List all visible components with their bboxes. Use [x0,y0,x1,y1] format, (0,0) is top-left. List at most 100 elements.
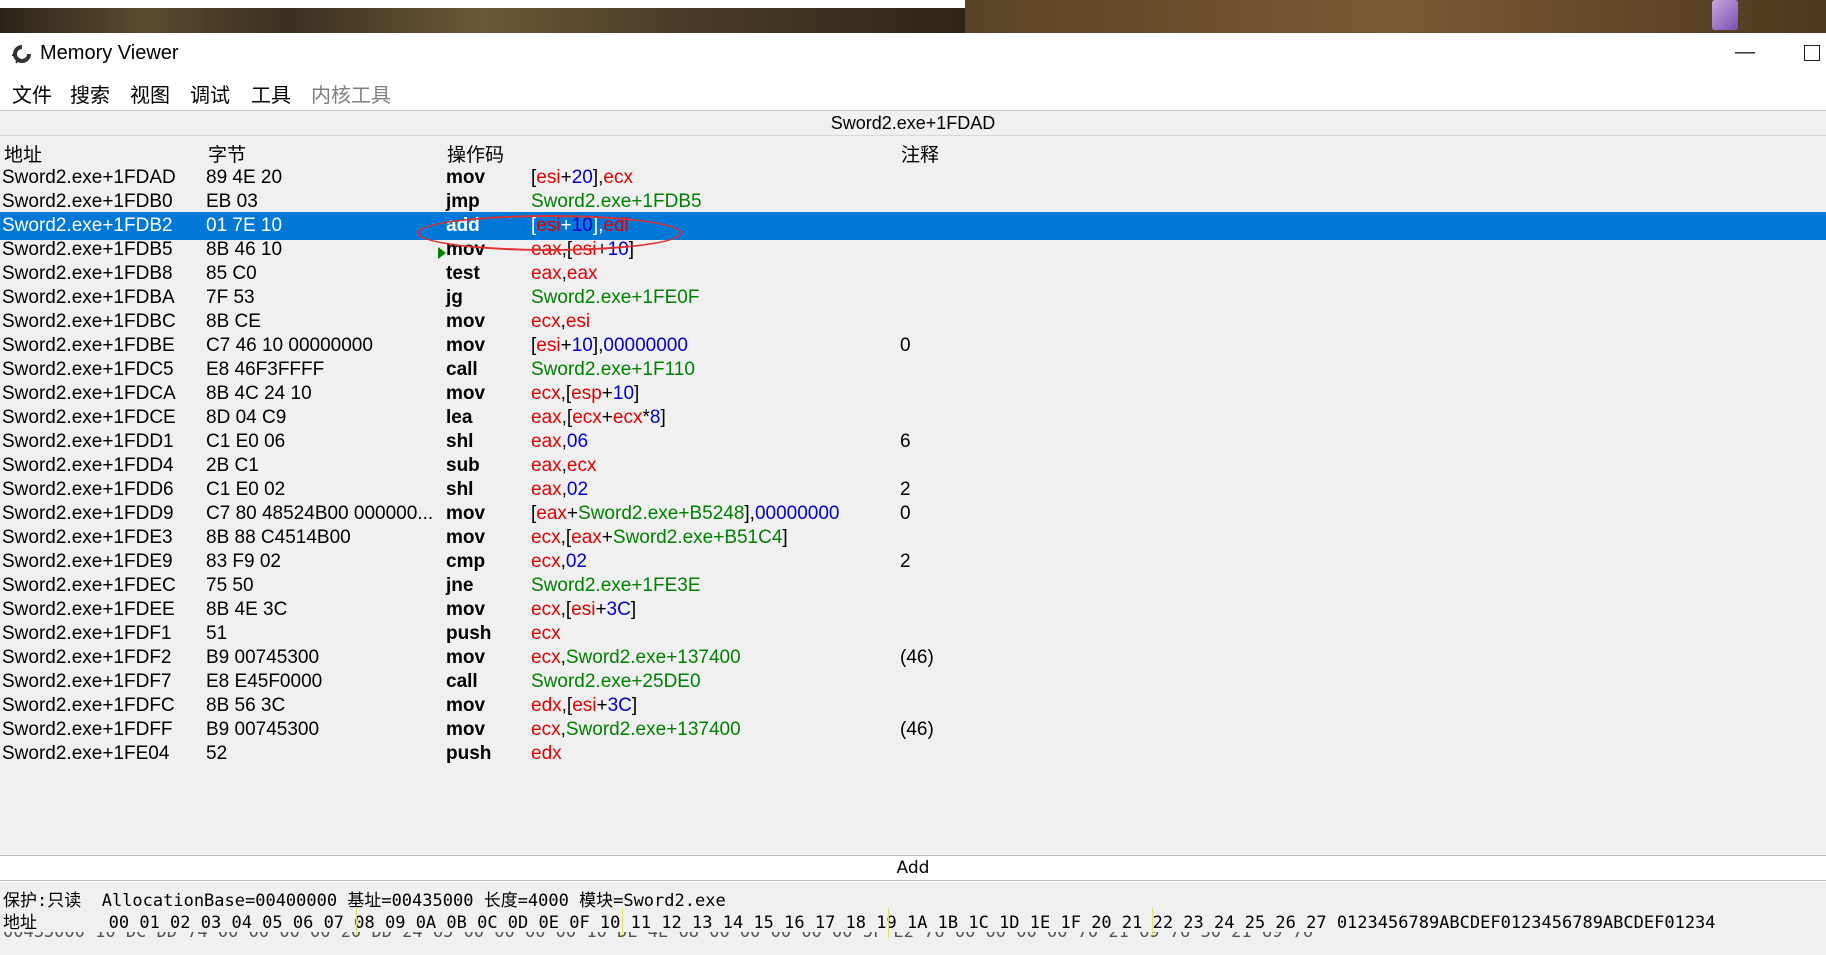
row-address: Sword2.exe+1FDD1 [2,431,174,452]
row-address: Sword2.exe+1FDB5 [2,239,173,260]
row-address: Sword2.exe+1FDB0 [2,191,173,212]
row-address: Sword2.exe+1FDC5 [2,359,174,380]
cheat-engine-icon [12,45,31,64]
add-button[interactable]: Add [897,858,930,878]
column-header-opcode[interactable]: 操作码 [447,140,504,167]
row-address: Sword2.exe+1FDFF [2,719,173,740]
row-bytes: C1 E0 06 [206,431,286,452]
hex-view[interactable]: 保护:只读 AllocationBase=00400000 基址=0043500… [0,882,1826,955]
row-bytes: 89 4E 20 [206,167,283,188]
row-operands: Sword2.exe+1FDB5 [531,191,702,212]
row-comment: 0 [900,503,911,524]
menu-tools[interactable]: 工具 [251,79,291,108]
row-operands: edx,[esi+3C] [531,695,638,716]
row-opcode: mov [446,335,486,356]
row-operands: ecx,[eax+Sword2.exe+B51C4] [531,527,788,548]
row-operands: [eax+Sword2.exe+B5248],00000000 [531,503,840,524]
row-address: Sword2.exe+1FDD9 [2,503,174,524]
row-bytes: 01 7E 10 [206,215,283,236]
taskbar-app-icon[interactable] [1712,0,1738,30]
row-opcode: jne [446,575,474,596]
row-operands: eax,[esi+10] [531,239,635,260]
row-address: Sword2.exe+1FDF2 [2,647,172,668]
row-bytes: B9 00745300 [206,647,320,668]
menu-kernel-tools[interactable]: 内核工具 [311,79,391,108]
row-bytes: 7F 53 [206,287,255,308]
row-operands: ecx,02 [531,551,587,572]
title-bar: Memory Viewer — [0,33,1826,73]
row-opcode: sub [446,455,480,476]
minimize-button[interactable]: — [1735,41,1755,64]
menu-view[interactable]: 视图 [130,79,170,108]
row-comment: 6 [900,431,911,452]
row-opcode: mov [446,695,486,716]
row-operands: ecx,esi [531,311,591,332]
row-operands: ecx [531,623,561,644]
row-bytes: 75 50 [206,575,254,596]
row-operands: Sword2.exe+1F110 [531,359,695,380]
row-operands: Sword2.exe+1FE3E [531,575,701,596]
row-opcode: mov [446,647,486,668]
row-comment: (46) [900,719,934,740]
disassembly-address-header[interactable]: Sword2.exe+1FDAD [0,110,1826,136]
row-address: Sword2.exe+1FDCA [2,383,176,404]
row-address: Sword2.exe+1FDD4 [2,455,174,476]
disassembler-view[interactable]: 地址 字节 操作码 注释 Sword2.exe+1FDAD 89 4E 20 mov… [0,136,1826,855]
row-address: Sword2.exe+1FDD6 [2,479,174,500]
row-opcode: push [446,743,492,764]
hex-column-header: 地址 00 01 02 03 04 05 06 07 08 09 0A 0B 0… [3,913,1716,933]
row-address: Sword2.exe+1FDFC [2,695,175,716]
hex-row[interactable]: 00435000 10 DC DD 74 00 00 00 00 20 DD 2… [0,932,1826,940]
row-bytes: 8B 56 3C [206,695,286,716]
menu-bar: 文件 搜索 视图 调试 工具 内核工具 [0,73,1826,109]
background-image-right [965,0,1826,33]
row-opcode: shl [446,431,474,452]
row-address: Sword2.exe+1FDEC [2,575,176,596]
row-operands: ecx,Sword2.exe+137400 [531,647,741,668]
column-header-address[interactable]: 地址 [4,140,42,167]
row-address: Sword2.exe+1FDF7 [2,671,172,692]
row-operands: Sword2.exe+1FE0F [531,287,700,308]
row-bytes: EB 03 [206,191,258,212]
maximize-button[interactable] [1804,45,1820,61]
column-header-bytes[interactable]: 字节 [208,140,246,167]
row-operands: eax,ecx [531,455,597,476]
row-address: Sword2.exe+1FDE3 [2,527,173,548]
row-bytes: 8D 04 C9 [206,407,287,428]
menu-debug[interactable]: 调试 [190,79,230,108]
row-opcode: cmp [446,551,486,572]
row-opcode: add [446,215,480,236]
menu-search[interactable]: 搜索 [70,79,110,108]
row-operands: eax,[ecx+ecx*8] [531,407,666,428]
row-opcode: call [446,671,478,692]
add-bar[interactable]: Add [0,855,1826,881]
row-address: Sword2.exe+1FE04 [2,743,170,764]
row-opcode: mov [446,239,486,260]
row-operands: [esi+20],ecx [531,167,633,188]
row-bytes: C1 E0 02 [206,479,286,500]
disassembly-row[interactable]: Sword2.exe+1FE04 52 push edx [0,740,1826,768]
row-opcode: mov [446,719,486,740]
current-address: Sword2.exe+1FDAD [830,113,996,133]
background-image-left [0,0,965,33]
window-title: Memory Viewer [40,42,179,64]
column-header-comment[interactable]: 注释 [901,140,939,167]
row-opcode: mov [446,527,486,548]
row-bytes: 83 F9 02 [206,551,281,572]
row-opcode: mov [446,503,486,524]
row-comment: 0 [900,335,911,356]
menu-file[interactable]: 文件 [12,79,52,108]
row-address: Sword2.exe+1FDB8 [2,263,173,284]
row-bytes: 2B C1 [206,455,259,476]
row-operands: [esi+10],00000000 [531,335,688,356]
row-bytes: 8B 88 C4514B00 [206,527,351,548]
row-opcode: push [446,623,492,644]
row-opcode: mov [446,383,486,404]
row-bytes: C7 46 10 00000000 [206,335,373,356]
row-address: Sword2.exe+1FDBE [2,335,175,356]
row-opcode: mov [446,167,486,188]
row-address: Sword2.exe+1FDCE [2,407,176,428]
row-bytes: 8B CE [206,311,261,332]
row-address: Sword2.exe+1FDAD [2,167,176,188]
row-comment: (46) [900,647,934,668]
